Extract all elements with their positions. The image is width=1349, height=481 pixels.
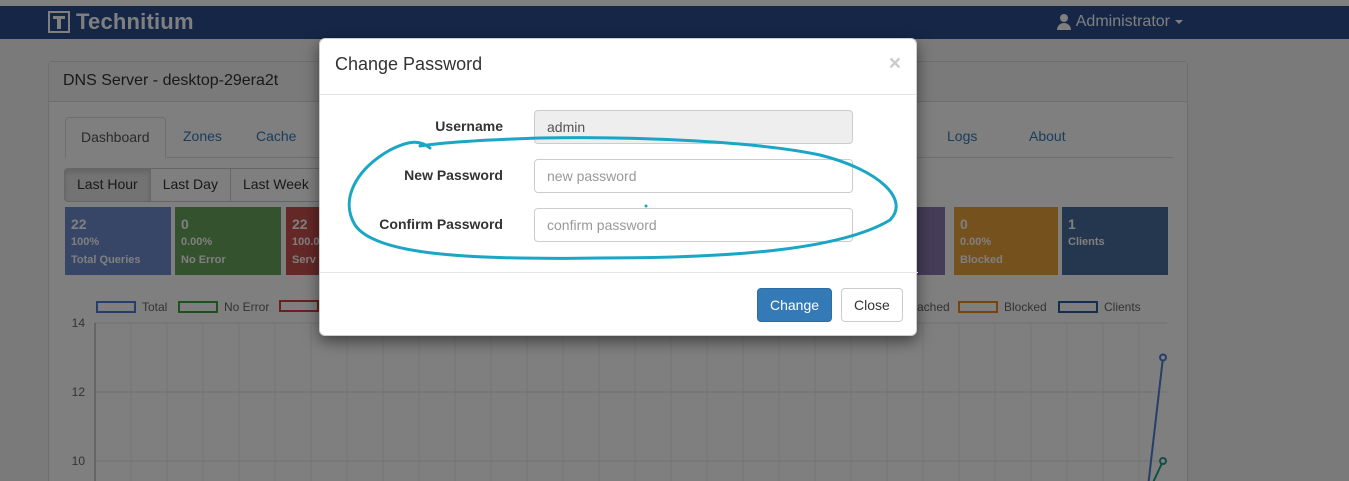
close-button[interactable]: Close — [841, 288, 903, 322]
new-password-row: New Password — [320, 159, 918, 193]
username-field[interactable] — [534, 110, 853, 144]
confirm-password-row: Confirm Password — [320, 208, 918, 242]
close-icon[interactable]: × — [889, 52, 901, 76]
confirm-password-input[interactable] — [534, 208, 853, 242]
username-row: Username — [320, 110, 918, 144]
username-label: Username — [435, 118, 503, 134]
modal-footer: Change Close — [320, 272, 918, 337]
modal-header: Change Password × — [320, 39, 916, 95]
new-password-input[interactable] — [534, 159, 853, 193]
confirm-password-label: Confirm Password — [379, 216, 503, 232]
change-button[interactable]: Change — [757, 288, 833, 322]
change-password-modal: Change Password × Username New Password … — [319, 38, 918, 337]
new-password-label: New Password — [404, 167, 503, 183]
modal-title: Change Password — [335, 54, 483, 74]
